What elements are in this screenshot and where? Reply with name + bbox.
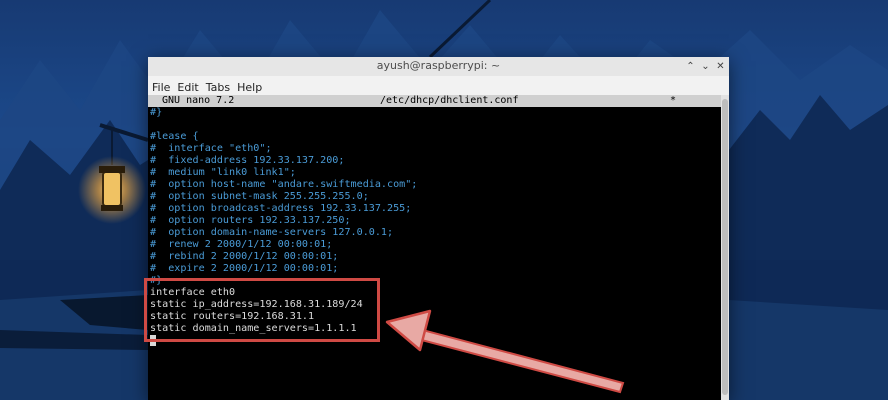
editor-area[interactable]: #} #lease { # interface "eth0"; # fixed-… xyxy=(148,107,721,400)
editor-line-ip-address: static ip_address=192.168.31.189/24 xyxy=(150,299,363,310)
menu-help[interactable]: Help xyxy=(233,79,265,94)
menu-file[interactable]: File xyxy=(148,79,173,94)
close-icon[interactable]: ✕ xyxy=(714,60,727,73)
editor-line: # option subnet-mask 255.255.255.0; xyxy=(150,191,369,202)
menu-bar: File Edit Tabs Help xyxy=(148,76,729,96)
scrollbar-thumb[interactable] xyxy=(722,99,728,395)
nano-filename: /etc/dhcp/dhclient.conf xyxy=(380,95,519,106)
editor-line: # option host-name "andare.swiftmedia.co… xyxy=(150,179,418,190)
editor-line: #lease { xyxy=(150,131,199,142)
chevron-up-icon[interactable]: ⌃ xyxy=(684,60,697,73)
editor-line-dns: static domain_name_servers=1.1.1.1 xyxy=(150,323,357,334)
editor-line: #} xyxy=(150,107,163,118)
editor-line: # interface "eth0"; xyxy=(150,143,272,154)
editor-line: # medium "link0 link1"; xyxy=(150,167,296,178)
nano-header-bar: GNU nano 7.2 /etc/dhcp/dhclient.conf * xyxy=(148,95,721,107)
editor-line: #} xyxy=(150,275,163,286)
editor-line-routers: static routers=192.168.31.1 xyxy=(150,311,315,322)
editor-line: # expire 2 2000/1/12 00:00:01; xyxy=(150,263,339,274)
title-bar[interactable]: ayush@raspberrypi: ~ ⌃ ⌄ ✕ xyxy=(148,57,729,77)
nano-modified-flag: * xyxy=(670,95,677,106)
chevron-down-icon[interactable]: ⌄ xyxy=(699,60,712,73)
window-title: ayush@raspberrypi: ~ xyxy=(376,59,501,72)
editor-line: # option broadcast-address 192.33.137.25… xyxy=(150,203,412,214)
nano-version: GNU nano 7.2 xyxy=(162,95,235,106)
menu-edit[interactable]: Edit xyxy=(173,79,201,94)
editor-line-interface: interface eth0 xyxy=(150,287,236,298)
text-cursor xyxy=(150,335,156,346)
editor-line: # renew 2 2000/1/12 00:00:01; xyxy=(150,239,333,250)
editor-line: # option domain-name-servers 127.0.0.1; xyxy=(150,227,394,238)
terminal-window: ayush@raspberrypi: ~ ⌃ ⌄ ✕ File Edit Tabs H… xyxy=(148,57,729,400)
scrollbar[interactable] xyxy=(721,95,729,400)
editor-line: # fixed-address 192.33.137.200; xyxy=(150,155,345,166)
menu-tabs[interactable]: Tabs xyxy=(202,79,233,94)
editor-line: # option routers 192.33.137.250; xyxy=(150,215,351,226)
editor-line: # rebind 2 2000/1/12 00:00:01; xyxy=(150,251,339,262)
